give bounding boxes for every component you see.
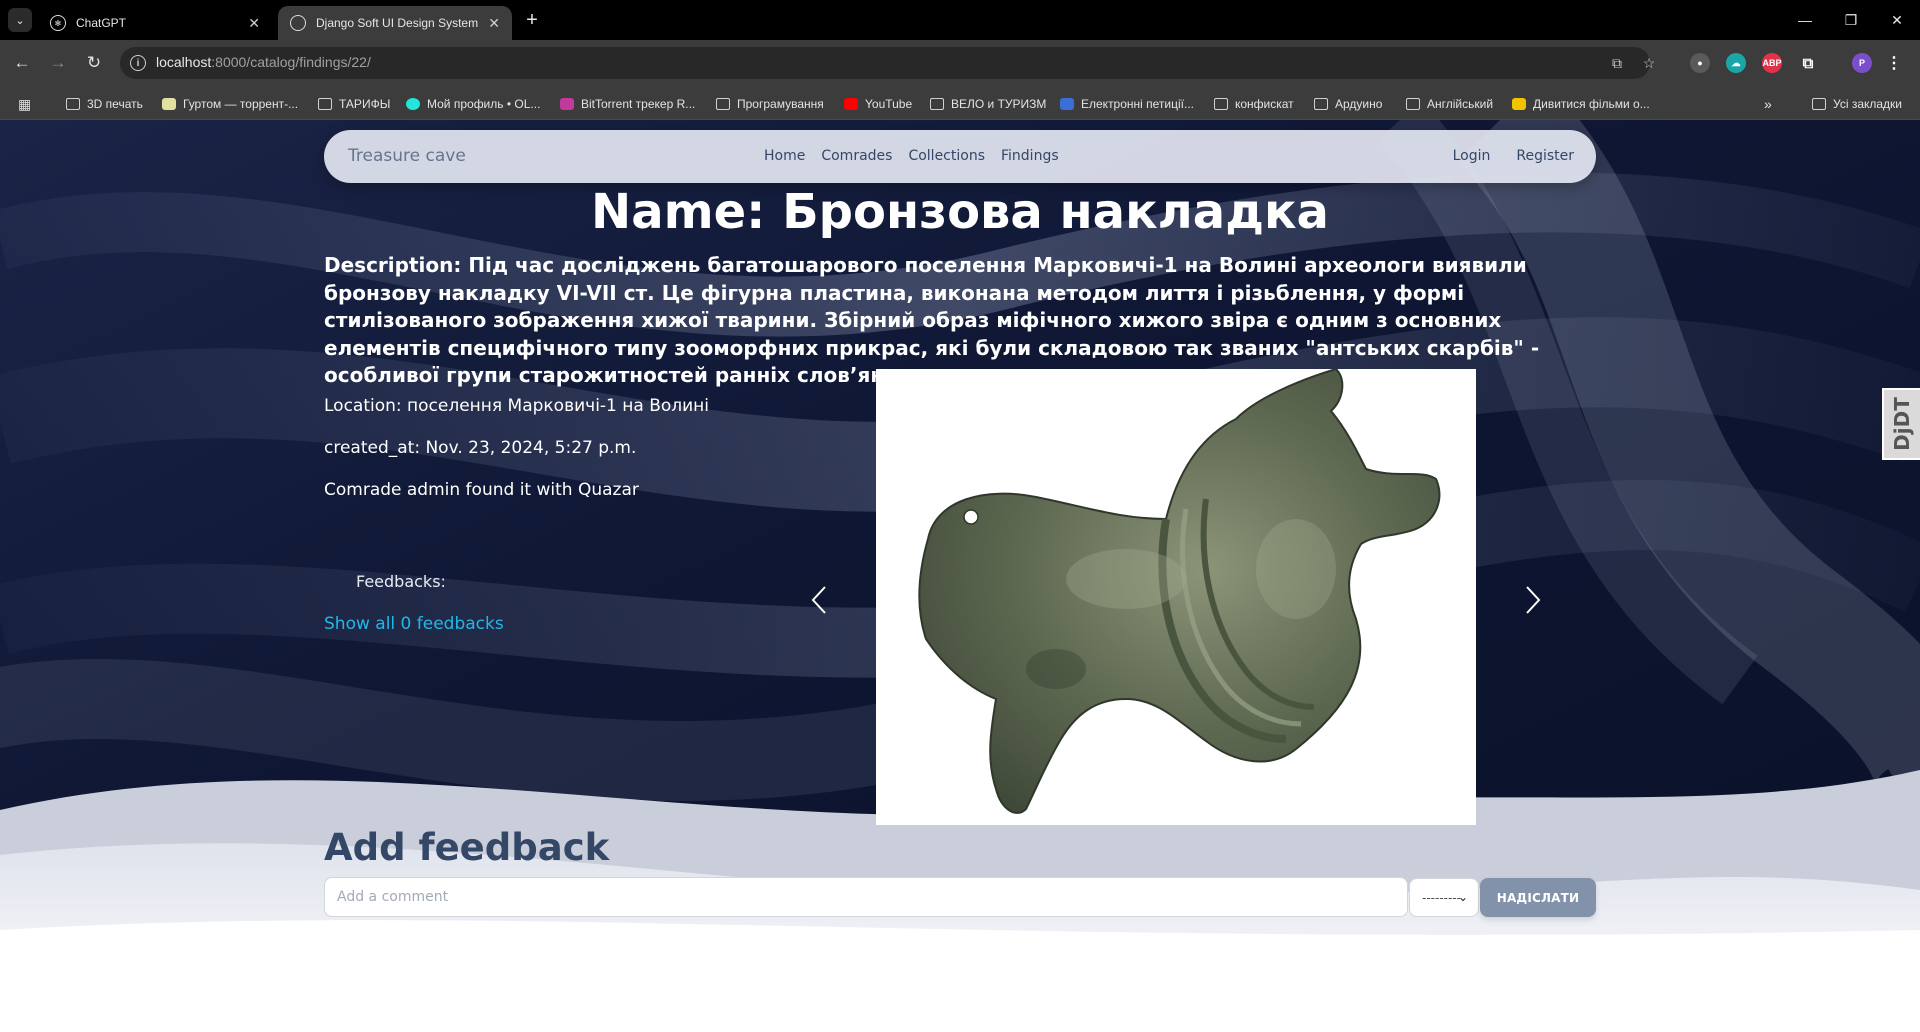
feedbacks-label: Feedbacks:	[356, 572, 446, 591]
finding-created-at: created_at: Nov. 23, 2024, 5:27 p.m.	[324, 438, 637, 458]
bookmark-youtube[interactable]: YouTube	[844, 95, 912, 113]
comment-input[interactable]	[324, 877, 1408, 917]
brand-logo[interactable]: Treasure cave	[348, 146, 466, 166]
nav-link-home[interactable]: Home	[764, 148, 805, 164]
new-tab-icon[interactable]: +	[520, 8, 544, 32]
finding-found-by: Comrade admin found it with Quazar	[324, 480, 639, 500]
site-navbar: Treasure cave Home Comrades Collections …	[324, 130, 1596, 183]
bookmark-petitions[interactable]: Електронні петиції...	[1060, 95, 1194, 113]
register-link[interactable]: Register	[1516, 148, 1574, 164]
nav-link-collections[interactable]: Collections	[908, 148, 985, 164]
carousel-prev-icon[interactable]	[804, 580, 834, 620]
all-bookmarks[interactable]: Усі закладки	[1812, 95, 1902, 113]
site-info-icon[interactable]: i	[130, 55, 146, 71]
site-icon	[406, 98, 420, 110]
auth-links: Login Register	[1453, 148, 1574, 164]
site-icon	[1512, 98, 1526, 110]
browser-toolbar: ← → ↻ i localhost:8000/catalog/findings/…	[0, 40, 1920, 86]
bookmark-olx[interactable]: Мой профиль • OL...	[406, 95, 540, 113]
bronze-plaque-image	[876, 369, 1476, 825]
page-content: Treasure cave Home Comrades Collections …	[0, 120, 1920, 1032]
reload-icon[interactable]: ↻	[82, 51, 106, 75]
finding-image-carousel	[876, 369, 1476, 825]
rating-select[interactable]: --------- ⌄	[1409, 878, 1479, 917]
address-bar[interactable]: i localhost:8000/catalog/findings/22/ ⧉ …	[120, 47, 1655, 79]
chevron-down-icon: ⌄	[1457, 890, 1468, 904]
nav-link-findings[interactable]: Findings	[1001, 148, 1059, 164]
globe-icon	[290, 15, 306, 31]
finding-title: Name: Бронзова накладка	[591, 184, 1329, 240]
tab-title: ChatGPT	[76, 16, 127, 30]
more-bookmarks-icon[interactable]: »	[1764, 95, 1772, 113]
show-all-feedbacks-link[interactable]: Show all 0 feedbacks	[324, 614, 504, 634]
rating-selected-value: ---------	[1422, 890, 1461, 905]
folder-icon	[318, 98, 332, 110]
bookmark-arduino[interactable]: Ардуино	[1314, 95, 1382, 113]
site-icon	[560, 98, 574, 110]
back-icon[interactable]: ←	[10, 51, 34, 75]
menu-kebab-icon[interactable]: ⋮	[1884, 53, 1904, 73]
folder-icon	[1812, 98, 1826, 110]
close-tab-icon[interactable]: ✕	[488, 15, 500, 32]
minimize-icon[interactable]: —	[1782, 0, 1828, 40]
extensions-puzzle-icon[interactable]: ⧉	[1798, 53, 1818, 73]
django-debug-toolbar-handle[interactable]: DjDT	[1882, 388, 1920, 460]
login-link[interactable]: Login	[1453, 148, 1491, 164]
bookmark-tarify[interactable]: ТАРИФЫ	[318, 95, 390, 113]
bookmark-velo[interactable]: ВЕЛО и ТУРИЗМ	[930, 95, 1046, 113]
bookmark-konfiskat[interactable]: конфискат	[1214, 95, 1294, 113]
add-feedback-heading: Add feedback	[324, 826, 610, 869]
carousel-next-icon[interactable]	[1518, 580, 1548, 620]
close-window-icon[interactable]: ✕	[1874, 0, 1920, 40]
extension-icon[interactable]: ●	[1690, 53, 1710, 73]
bookmarks-bar: ▦ 3D печать Гуртом — торрент-... ТАРИФЫ …	[0, 86, 1920, 120]
bookmark-bittorrent[interactable]: BitTorrent трекер R...	[560, 95, 695, 113]
tab-title: Django Soft UI Design System	[316, 16, 479, 30]
tab-chatgpt[interactable]: ✻ ChatGPT ✕	[38, 6, 272, 40]
folder-icon	[930, 98, 944, 110]
adblock-icon[interactable]: ABP	[1762, 53, 1782, 73]
site-icon	[162, 98, 176, 110]
finding-location: Location: поселення Марковичі-1 на Волин…	[324, 396, 710, 416]
chatgpt-logo-icon: ✻	[50, 15, 66, 31]
profile-avatar-icon[interactable]: P	[1852, 53, 1872, 73]
tab-django[interactable]: Django Soft UI Design System ✕	[278, 6, 512, 40]
submit-feedback-button[interactable]: НАДІСЛАТИ	[1480, 878, 1596, 917]
tab-search-icon[interactable]: ⌄	[8, 8, 32, 32]
forward-icon[interactable]: →	[46, 51, 70, 75]
folder-icon	[1314, 98, 1328, 110]
nav-link-comrades[interactable]: Comrades	[821, 148, 892, 164]
translate-icon[interactable]: ⧉	[1608, 54, 1626, 72]
bookmark-programming[interactable]: Програмування	[716, 95, 824, 113]
folder-icon	[716, 98, 730, 110]
bookmark-english[interactable]: Англійський	[1406, 95, 1493, 113]
youtube-icon	[844, 98, 858, 110]
cloud-extension-icon[interactable]: ☁	[1726, 53, 1746, 73]
folder-icon	[66, 98, 80, 110]
folder-icon	[1406, 98, 1420, 110]
nav-links: Home Comrades Collections Findings	[764, 148, 1059, 164]
folder-icon	[1214, 98, 1228, 110]
restore-icon[interactable]: ❐	[1828, 0, 1874, 40]
close-tab-icon[interactable]: ✕	[248, 15, 260, 32]
browser-tab-bar: ⌄ ✻ ChatGPT ✕ Django Soft UI Design Syst…	[0, 0, 1920, 40]
site-icon	[1060, 98, 1074, 110]
apps-grid-icon[interactable]: ▦	[18, 95, 31, 113]
bookmark-star-icon[interactable]: ☆	[1640, 54, 1658, 72]
bookmark-hurtom[interactable]: Гуртом — торрент-...	[162, 95, 298, 113]
url-text: localhost:8000/catalog/findings/22/	[156, 54, 371, 70]
bookmark-movies[interactable]: Дивитися фільми о...	[1512, 95, 1650, 113]
bookmark-3d-print[interactable]: 3D печать	[66, 95, 143, 113]
